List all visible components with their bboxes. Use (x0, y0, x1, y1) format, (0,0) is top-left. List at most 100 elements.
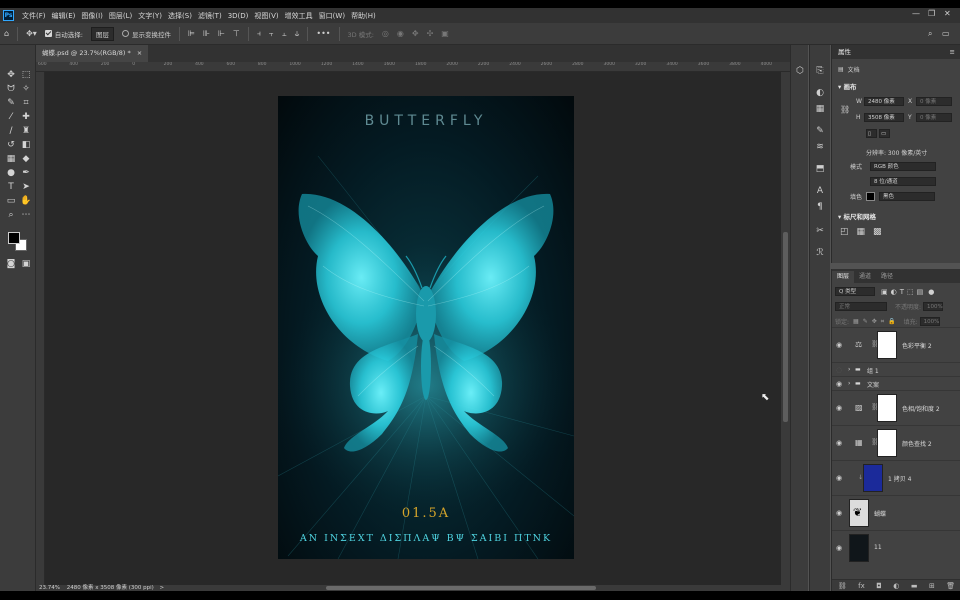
menu-layer[interactable]: 图层(L) (106, 11, 135, 21)
fill-opacity-field[interactable]: 100% (919, 317, 940, 326)
menu-type[interactable]: 文字(Y) (135, 11, 165, 21)
rectangle-tool-icon[interactable]: ▭ (4, 195, 18, 207)
character-panel-icon[interactable]: A (813, 185, 827, 197)
tools-preset-icon[interactable]: ✂ (813, 225, 827, 237)
landscape-icon[interactable]: ▭ (879, 129, 890, 138)
visibility-off-icon[interactable]: ◌ (836, 366, 842, 374)
align-left-icon[interactable]: ⊫ (188, 29, 195, 38)
3d-panel-icon[interactable]: ⬡ (793, 65, 807, 77)
visibility-eye-icon[interactable]: ◉ (836, 544, 842, 552)
canvas-section-title[interactable]: ▾ 画布 (838, 81, 857, 91)
home-icon[interactable]: ⌂ (4, 29, 9, 38)
height-field[interactable]: 3508 像素 (864, 113, 904, 122)
menu-filter[interactable]: 滤镜(T) (195, 11, 225, 21)
poster-artwork[interactable]: BUTTERFLY 01.5A AN INΣEXT ΔIΣΠΛΑΨ BΨ ΣAI… (278, 96, 574, 559)
more-options-button[interactable]: ••• (316, 29, 330, 38)
canvas-area[interactable]: BUTTERFLY 01.5A AN INΣEXT ΔIΣΠΛΑΨ BΨ ΣAI… (45, 72, 781, 585)
layer-filter-icons[interactable]: ▣◐T⬚▤ (881, 288, 926, 296)
layer-kind-filter[interactable]: Q 类型 (835, 287, 875, 296)
filter-toggle-icon[interactable]: ● (928, 288, 934, 296)
portrait-icon[interactable]: ▯ (866, 129, 877, 138)
visibility-eye-icon[interactable]: ◉ (836, 404, 842, 412)
lock-icons[interactable]: ▦✎✥⌗🔒 (853, 318, 900, 326)
move-tool-icon[interactable]: ✥ (4, 69, 18, 81)
folder-chevron-icon[interactable]: › (848, 380, 850, 387)
pen-tool-icon[interactable]: ✒ (19, 167, 33, 179)
layer-color-lookup[interactable]: ◉ ▦ ⛓ 颜色查找 2 (832, 425, 960, 459)
layer-mask-thumbnail[interactable] (877, 429, 897, 457)
link-dimensions-icon[interactable]: ⛓ (840, 105, 850, 114)
new-adjustment-icon[interactable]: ◐ (893, 582, 899, 590)
layer-mask-thumbnail[interactable] (877, 394, 897, 422)
restore-button[interactable]: ❐ (928, 9, 935, 18)
layer-mask-thumbnail[interactable] (877, 331, 897, 359)
fill-color-swatch[interactable] (866, 192, 875, 201)
minimize-button[interactable]: — (912, 9, 920, 18)
close-tab-icon[interactable]: × (137, 49, 142, 57)
path-select-tool-icon[interactable]: ➤ (19, 181, 33, 193)
layer-color-balance[interactable]: ◉ ⚖ ⛓ 色彩平衡 2 (832, 327, 960, 361)
history-brush-tool-icon[interactable]: ↺ (4, 139, 18, 151)
menu-image[interactable]: 图像(I) (78, 11, 106, 21)
rulers-grids-section-title[interactable]: ▾ 标尺和网格 (838, 211, 876, 221)
visibility-eye-icon[interactable]: ◉ (836, 380, 842, 388)
layer-11[interactable]: ◉ 11 (832, 530, 960, 564)
zoom-tool-icon[interactable]: ⌕ (4, 209, 18, 221)
layer-butterfly[interactable]: ◉ ❦ 蝴蝶 (832, 495, 960, 529)
close-button[interactable]: ✕ (944, 9, 951, 18)
clone-stamp-tool-icon[interactable]: ♜ (19, 125, 33, 137)
visibility-eye-icon[interactable]: ◉ (836, 341, 842, 349)
visibility-eye-icon[interactable]: ◉ (836, 439, 842, 447)
swatches-panel-icon[interactable]: ▦ (813, 103, 827, 115)
auto-select-checkbox[interactable]: 自动选择: (44, 29, 83, 39)
menu-select[interactable]: 选择(S) (165, 11, 195, 21)
opacity-field[interactable]: 100% (923, 302, 944, 311)
layer-copy-4[interactable]: ◉ ↓ 1 拷贝 4 (832, 460, 960, 494)
align-center-icon[interactable]: ⊪ (203, 29, 210, 38)
tab-channels[interactable]: 通道 (854, 271, 876, 283)
distribute-horizontal-icon[interactable]: ⫝ (295, 29, 300, 39)
y-field[interactable]: 0 像素 (916, 113, 952, 122)
brush-settings-icon[interactable]: ✎ (813, 125, 827, 137)
hand-tool-icon[interactable]: ✋ (19, 195, 33, 207)
history-panel-icon[interactable]: ⎘ (813, 65, 827, 77)
fill-dropdown[interactable]: 黑色 (879, 192, 935, 201)
paragraph-panel-icon[interactable]: ¶ (813, 201, 827, 213)
menu-3d[interactable]: 3D(D) (225, 12, 252, 20)
new-layer-icon[interactable]: ⊞ (929, 582, 935, 590)
healing-brush-tool-icon[interactable]: ✚ (19, 111, 33, 123)
properties-tab[interactable]: 属性 ≡ (832, 45, 960, 59)
delete-layer-icon[interactable]: 🗑 (946, 582, 955, 590)
show-transform-checkbox[interactable]: 显示变换控件 (122, 29, 171, 39)
grid-toggle-icon[interactable]: ▦ (857, 227, 866, 237)
zoom-level[interactable]: 23.74% (39, 585, 60, 591)
layer-hue-saturation[interactable]: ◉ ▨ ⛓ 色相/饱和度 2 (832, 390, 960, 424)
menu-window[interactable]: 窗口(W) (316, 11, 348, 21)
bit-depth-dropdown[interactable]: 8 位/通道 (870, 177, 936, 186)
layer-style-icon[interactable]: fx (858, 582, 865, 590)
type-tool-icon[interactable]: T (4, 181, 18, 193)
layer-thumbnail[interactable]: ❦ (849, 499, 869, 527)
ruler-toggle-icon[interactable]: ◰ (840, 227, 849, 237)
menu-view[interactable]: 视图(V) (251, 11, 281, 21)
quick-select-tool-icon[interactable]: ✎ (4, 97, 18, 109)
glyphs-panel-icon[interactable]: ℛ (813, 247, 827, 259)
eraser-tool-icon[interactable]: ◧ (19, 139, 33, 151)
status-menu-arrow[interactable]: > (160, 585, 165, 591)
color-panel-icon[interactable]: ◐ (813, 87, 827, 99)
document-tab[interactable]: 蝴蝶.psd @ 23.7%(RGB/8) * × (36, 45, 149, 62)
search-icon[interactable]: ⌕ (928, 29, 932, 39)
link-layers-icon[interactable]: ⛓ (838, 582, 847, 590)
auto-select-target-dropdown[interactable]: 图层 (91, 26, 114, 41)
add-mask-icon[interactable]: ◘ (876, 582, 882, 590)
layer-group-1[interactable]: ◌ › ▬ 组 1 (832, 362, 960, 376)
screen-mode-icon[interactable]: ▣ (19, 258, 33, 270)
distribute-middle-icon[interactable]: ⫟ (269, 29, 274, 39)
horizontal-scroll-thumb[interactable] (326, 586, 596, 590)
new-group-icon[interactable]: ▬ (911, 582, 918, 590)
visibility-eye-icon[interactable]: ◉ (836, 509, 842, 517)
folder-chevron-icon[interactable]: › (848, 366, 850, 373)
marquee-tool-icon[interactable]: ⬚ (19, 69, 33, 81)
vertical-scrollbar[interactable] (781, 72, 790, 585)
tab-layers[interactable]: 图层 (832, 271, 855, 283)
